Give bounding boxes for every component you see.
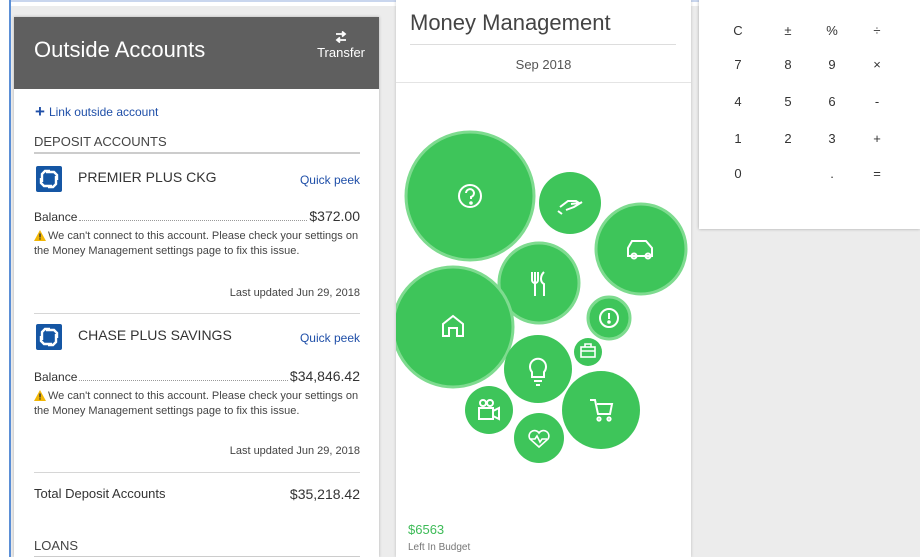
calculator-panel: C ± % ÷ 7 8 9 × 4 5 6 - 1 2 3 + 0 . = bbox=[699, 0, 920, 229]
calc-key-8[interactable]: 8 bbox=[773, 57, 803, 72]
calc-key-minus[interactable]: - bbox=[862, 94, 892, 109]
total-deposit-row: Total Deposit Accounts $35,218.42 bbox=[34, 486, 360, 502]
health-bubble[interactable] bbox=[514, 413, 564, 463]
left-in-budget-amount: $6563 bbox=[408, 522, 445, 537]
lightbulb-bubble[interactable] bbox=[504, 335, 572, 403]
divider bbox=[396, 82, 691, 83]
transfer-icon bbox=[335, 31, 347, 43]
accounts-title: Outside Accounts bbox=[34, 37, 206, 62]
connection-warning: We can't connect to this account. Please… bbox=[34, 389, 364, 419]
balance-label: Balance bbox=[34, 210, 78, 224]
calc-key-7[interactable]: 7 bbox=[723, 57, 753, 72]
calc-key-clear[interactable]: C bbox=[723, 23, 753, 38]
calc-key-6[interactable]: 6 bbox=[817, 94, 847, 109]
calc-key-decimal[interactable]: . bbox=[817, 166, 847, 181]
transfer-label: Transfer bbox=[317, 45, 365, 60]
money-title: Money Management bbox=[410, 10, 611, 35]
calc-key-1[interactable]: 1 bbox=[723, 131, 753, 146]
calc-key-divide[interactable]: ÷ bbox=[862, 23, 892, 38]
balance-leader bbox=[79, 220, 308, 221]
left-in-budget-label: Left In Budget bbox=[408, 542, 471, 553]
calc-key-percent[interactable]: % bbox=[817, 23, 847, 38]
deposit-accounts-header: DEPOSIT ACCOUNTS bbox=[34, 134, 360, 154]
link-outside-account-label: Link outside account bbox=[48, 105, 159, 119]
calc-key-plus[interactable]: + bbox=[862, 131, 892, 146]
total-label: Total Deposit Accounts bbox=[34, 486, 166, 501]
balance-leader bbox=[79, 380, 288, 381]
shopping-cart-bubble[interactable] bbox=[562, 371, 640, 449]
calc-key-2[interactable]: 2 bbox=[773, 131, 803, 146]
calc-key-equals[interactable]: = bbox=[862, 166, 892, 181]
outside-accounts-panel: Outside Accounts Transfer + Link outside… bbox=[14, 17, 379, 557]
car-bubble[interactable] bbox=[594, 202, 688, 296]
loans-header: LOANS bbox=[34, 538, 360, 557]
calc-key-0[interactable]: 0 bbox=[723, 166, 753, 181]
accounts-header: Outside Accounts Transfer bbox=[14, 17, 379, 89]
warning-icon bbox=[34, 390, 46, 401]
calc-key-sign[interactable]: ± bbox=[773, 23, 803, 38]
warning-icon bbox=[34, 230, 46, 241]
last-updated: Last updated Jun 29, 2018 bbox=[229, 287, 360, 299]
video-camera-bubble[interactable] bbox=[465, 386, 513, 434]
calc-key-4[interactable]: 4 bbox=[723, 94, 753, 109]
balance-value: $34,846.42 bbox=[289, 368, 360, 384]
bank-logo-icon bbox=[36, 166, 62, 192]
balance-row: Balance $34,846.42 bbox=[34, 368, 360, 384]
transfer-button[interactable]: Transfer bbox=[317, 31, 365, 60]
calc-key-3[interactable]: 3 bbox=[817, 131, 847, 146]
connection-warning: We can't connect to this account. Please… bbox=[34, 229, 364, 259]
last-updated: Last updated Jun 29, 2018 bbox=[229, 445, 360, 457]
warning-text: We can't connect to this account. Please… bbox=[34, 390, 359, 417]
account-card: PREMIER PLUS CKG Quick peek Balance $372… bbox=[34, 166, 360, 306]
calc-key-5[interactable]: 5 bbox=[773, 94, 803, 109]
home-bubble[interactable] bbox=[396, 265, 515, 389]
balance-value: $372.00 bbox=[309, 208, 360, 224]
divider bbox=[34, 313, 360, 314]
quick-peek-link[interactable]: Quick peek bbox=[300, 173, 360, 187]
divider bbox=[410, 44, 676, 45]
month-label: Sep 2018 bbox=[515, 57, 572, 72]
window-left-edge bbox=[0, 0, 11, 557]
balance-row: Balance $372.00 bbox=[34, 208, 360, 224]
link-outside-account-link[interactable]: + Link outside account bbox=[35, 102, 159, 121]
total-value: $35,218.42 bbox=[289, 486, 360, 502]
budget-bubble-chart bbox=[396, 130, 688, 463]
help-bubble[interactable] bbox=[404, 130, 536, 262]
divider bbox=[34, 472, 360, 473]
alert-bubble[interactable] bbox=[586, 295, 632, 341]
bank-logo-icon bbox=[36, 324, 62, 350]
calc-key-9[interactable]: 9 bbox=[817, 57, 847, 72]
hand-money-bubble[interactable] bbox=[539, 172, 601, 234]
quick-peek-link[interactable]: Quick peek bbox=[300, 331, 360, 345]
account-card: CHASE PLUS SAVINGS Quick peek Balance $3… bbox=[34, 324, 360, 464]
balance-label: Balance bbox=[34, 370, 78, 384]
account-name: PREMIER PLUS CKG bbox=[78, 169, 217, 185]
account-name: CHASE PLUS SAVINGS bbox=[78, 327, 232, 343]
calc-key-multiply[interactable]: × bbox=[862, 57, 892, 72]
money-management-panel: Money Management Sep 2018 $6563 Left In … bbox=[396, 0, 691, 557]
briefcase-bubble[interactable] bbox=[574, 338, 602, 366]
plus-icon: + bbox=[35, 102, 45, 121]
warning-text: We can't connect to this account. Please… bbox=[34, 230, 359, 257]
